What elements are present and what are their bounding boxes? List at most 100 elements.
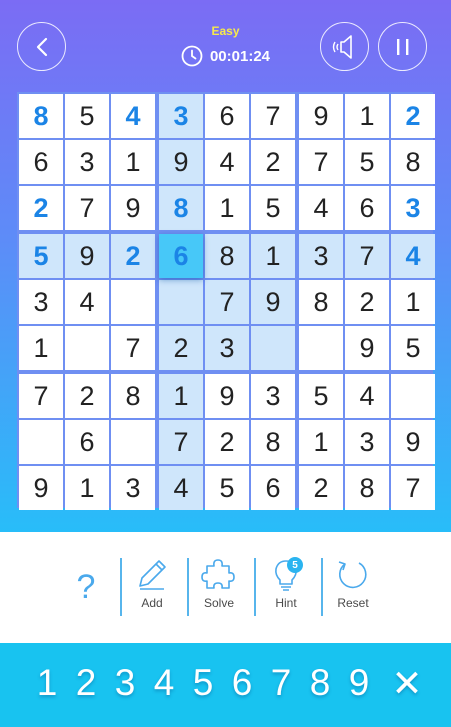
help-button[interactable]: ? (53, 556, 119, 626)
sudoku-cell[interactable]: 2 (299, 466, 343, 510)
sudoku-cell[interactable]: 9 (391, 420, 435, 464)
pause-button[interactable] (378, 22, 427, 71)
sudoku-cell[interactable]: 8 (391, 140, 435, 184)
sudoku-cell[interactable]: 3 (19, 280, 63, 324)
sudoku-cell[interactable]: 5 (299, 374, 343, 418)
sudoku-cell[interactable]: 9 (159, 140, 203, 184)
sudoku-cell[interactable] (19, 420, 63, 464)
sudoku-cell[interactable]: 5 (65, 94, 109, 138)
sudoku-cell[interactable]: 4 (299, 186, 343, 230)
sudoku-cell[interactable]: 2 (391, 94, 435, 138)
sudoku-cell[interactable]: 9 (111, 186, 155, 230)
digit-button-8[interactable]: 8 (302, 661, 338, 705)
sudoku-cell[interactable]: 4 (345, 374, 389, 418)
sudoku-cell[interactable]: 8 (251, 420, 295, 464)
digit-button-9[interactable]: 9 (341, 661, 377, 705)
sudoku-cell[interactable]: 4 (65, 280, 109, 324)
sudoku-cell[interactable]: 2 (205, 420, 249, 464)
sudoku-cell[interactable]: 1 (251, 234, 295, 278)
sudoku-cell[interactable]: 8 (159, 186, 203, 230)
sudoku-cell[interactable]: 6 (345, 186, 389, 230)
sudoku-cell[interactable]: 8 (345, 466, 389, 510)
sudoku-cell[interactable]: 3 (205, 326, 249, 370)
sudoku-cell[interactable]: 9 (65, 234, 109, 278)
sudoku-cell[interactable]: 5 (345, 140, 389, 184)
sudoku-cell[interactable]: 2 (159, 326, 203, 370)
sudoku-cell[interactable] (391, 374, 435, 418)
sudoku-cell[interactable]: 9 (251, 280, 295, 324)
sudoku-cell[interactable]: 6 (65, 420, 109, 464)
sudoku-cell[interactable]: 3 (299, 234, 343, 278)
sudoku-cell[interactable]: 7 (111, 326, 155, 370)
sudoku-cell[interactable] (299, 326, 343, 370)
sudoku-cell[interactable]: 7 (19, 374, 63, 418)
sudoku-cell[interactable]: 1 (19, 326, 63, 370)
sudoku-cell[interactable]: 7 (251, 94, 295, 138)
sudoku-cell[interactable]: 8 (205, 234, 249, 278)
sudoku-cell[interactable]: 8 (19, 94, 63, 138)
digit-button-7[interactable]: 7 (263, 661, 299, 705)
sudoku-cell[interactable] (111, 420, 155, 464)
sudoku-cell[interactable]: 1 (391, 280, 435, 324)
sudoku-cell[interactable]: 8 (111, 374, 155, 418)
sudoku-cell[interactable]: 3 (345, 420, 389, 464)
sudoku-cell[interactable] (111, 280, 155, 324)
sudoku-cell[interactable]: 1 (159, 374, 203, 418)
sudoku-cell[interactable]: 7 (299, 140, 343, 184)
sudoku-cell[interactable] (65, 326, 109, 370)
sound-button[interactable] (320, 22, 369, 71)
sudoku-cell[interactable]: 4 (205, 140, 249, 184)
sudoku-cell[interactable]: 4 (111, 94, 155, 138)
sudoku-cell[interactable]: 7 (159, 420, 203, 464)
solve-button[interactable]: Solve (186, 556, 252, 626)
digit-button-3[interactable]: 3 (107, 661, 143, 705)
sudoku-cell[interactable]: 1 (205, 186, 249, 230)
digit-button-6[interactable]: 6 (224, 661, 260, 705)
sudoku-cell[interactable] (251, 326, 295, 370)
sudoku-cell[interactable]: 8 (299, 280, 343, 324)
sudoku-cell[interactable]: 3 (111, 466, 155, 510)
sudoku-cell[interactable]: 3 (251, 374, 295, 418)
sudoku-cell[interactable]: 6 (19, 140, 63, 184)
sudoku-cell[interactable]: 5 (19, 234, 63, 278)
sudoku-cell[interactable]: 9 (205, 374, 249, 418)
sudoku-cell[interactable]: 1 (299, 420, 343, 464)
sudoku-cell[interactable]: 9 (345, 326, 389, 370)
sudoku-cell[interactable]: 4 (391, 234, 435, 278)
sudoku-cell[interactable] (159, 280, 203, 324)
sudoku-cell[interactable]: 6 (159, 234, 203, 278)
sudoku-cell[interactable]: 7 (345, 234, 389, 278)
sudoku-cell[interactable]: 4 (159, 466, 203, 510)
erase-button[interactable]: ✕ (389, 661, 425, 705)
sudoku-cell[interactable]: 9 (19, 466, 63, 510)
digit-button-1[interactable]: 1 (29, 661, 65, 705)
sudoku-cell[interactable]: 6 (251, 466, 295, 510)
sudoku-cell[interactable]: 2 (345, 280, 389, 324)
sudoku-cell[interactable]: 5 (391, 326, 435, 370)
sudoku-cell[interactable]: 2 (65, 374, 109, 418)
sudoku-cell[interactable]: 1 (111, 140, 155, 184)
sudoku-cell[interactable]: 5 (205, 466, 249, 510)
hint-label: Hint (275, 596, 297, 610)
sudoku-cell[interactable]: 2 (19, 186, 63, 230)
digit-button-2[interactable]: 2 (68, 661, 104, 705)
sudoku-cell[interactable]: 2 (251, 140, 295, 184)
digit-button-4[interactable]: 4 (146, 661, 182, 705)
digit-button-5[interactable]: 5 (185, 661, 221, 705)
sudoku-cell[interactable]: 7 (391, 466, 435, 510)
reset-button[interactable]: Reset (320, 556, 386, 626)
sudoku-cell[interactable]: 5 (251, 186, 295, 230)
sudoku-cell[interactable]: 3 (159, 94, 203, 138)
sudoku-cell[interactable]: 2 (111, 234, 155, 278)
sudoku-cell[interactable]: 7 (205, 280, 249, 324)
sudoku-cell[interactable]: 1 (65, 466, 109, 510)
sudoku-cell[interactable]: 3 (391, 186, 435, 230)
sudoku-cell[interactable]: 1 (345, 94, 389, 138)
add-button[interactable]: Add (119, 556, 185, 626)
sudoku-cell[interactable]: 9 (299, 94, 343, 138)
sudoku-cell[interactable]: 3 (65, 140, 109, 184)
hint-button[interactable]: Hint (253, 556, 319, 626)
sudoku-cell[interactable]: 7 (65, 186, 109, 230)
pause-icon (396, 38, 408, 55)
sudoku-cell[interactable]: 6 (205, 94, 249, 138)
